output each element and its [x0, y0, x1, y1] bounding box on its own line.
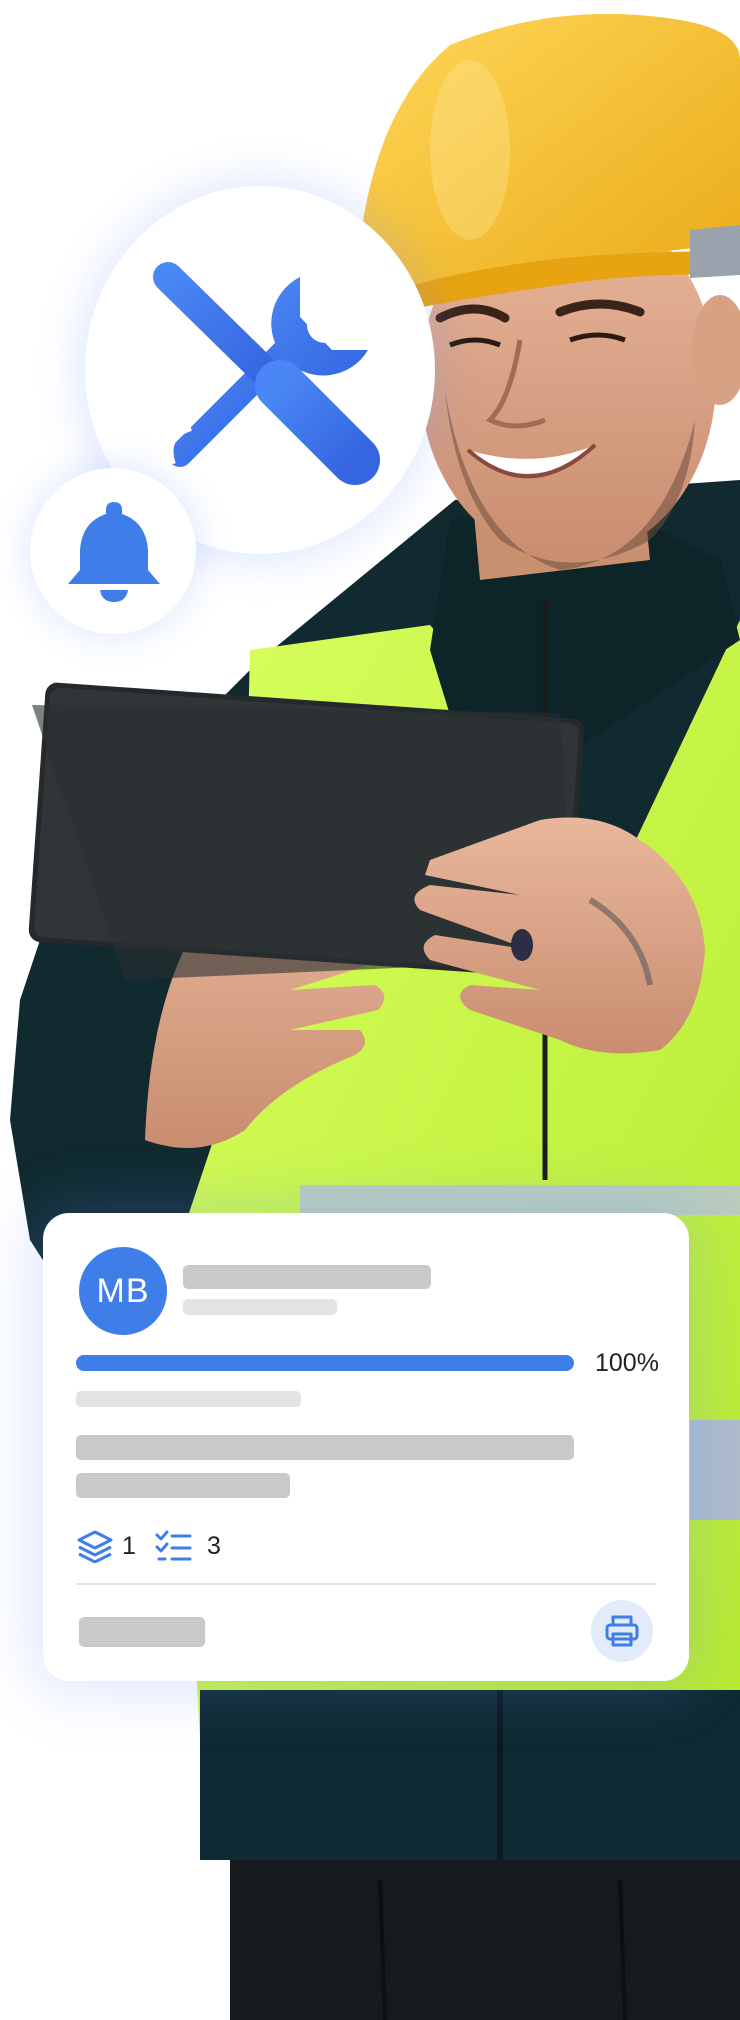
layers-icon [77, 1530, 113, 1563]
tasks-stat: 3 [155, 1529, 221, 1563]
tasks-count: 3 [207, 1531, 221, 1560]
hero-scene: MB 100% 1 3 [0, 0, 740, 2020]
print-button[interactable] [591, 1600, 653, 1662]
task-card[interactable]: MB 100% 1 3 [43, 1213, 689, 1681]
bell-icon [68, 502, 160, 602]
printer-icon [605, 1615, 639, 1647]
subtitle-placeholder [183, 1299, 337, 1315]
status-placeholder [76, 1391, 301, 1407]
title-placeholder [183, 1265, 431, 1289]
tools-icon [153, 262, 380, 485]
progress-label: 100% [595, 1349, 659, 1377]
layers-stat: 1 [76, 1529, 136, 1563]
description-line-1 [76, 1435, 574, 1460]
checklist-icon [155, 1530, 192, 1561]
progress-bar [76, 1355, 574, 1371]
card-divider [76, 1583, 656, 1585]
avatar: MB [79, 1247, 167, 1335]
description-line-2 [76, 1473, 290, 1498]
footer-placeholder [79, 1617, 205, 1647]
progress-fill [76, 1355, 574, 1371]
layers-count: 1 [122, 1531, 136, 1560]
